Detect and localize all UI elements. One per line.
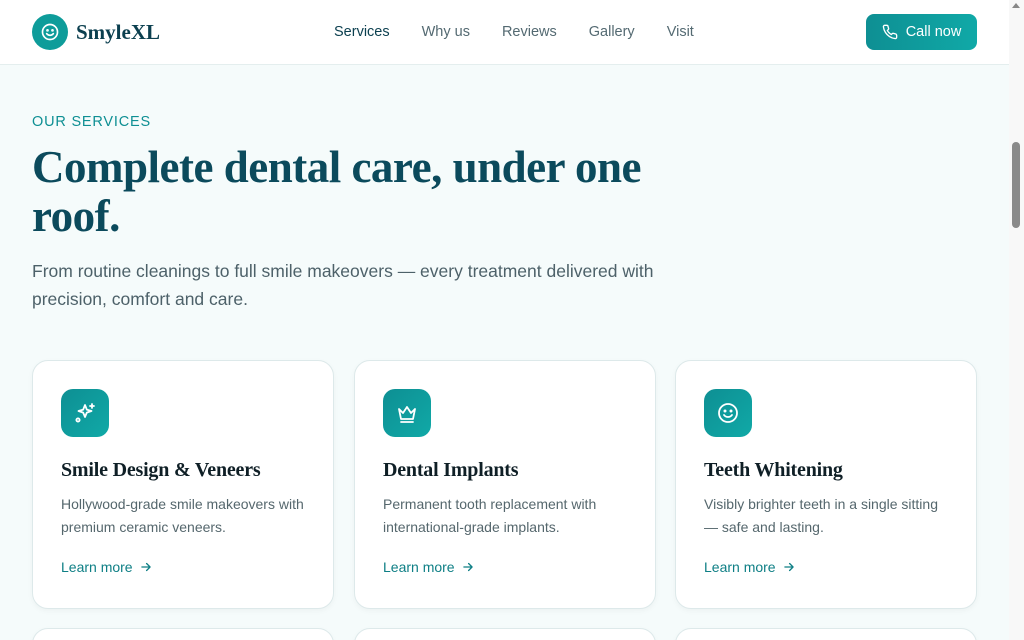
service-title: Dental Implants bbox=[383, 459, 519, 481]
main-nav: Services Why us Reviews Gallery Visit bbox=[334, 23, 726, 41]
nav-reviews[interactable]: Reviews bbox=[502, 23, 557, 41]
nav-gallery[interactable]: Gallery bbox=[589, 23, 635, 41]
sparkles-icon bbox=[61, 389, 109, 437]
service-card-implants[interactable]: Dental Implants Permanent tooth replacem… bbox=[354, 360, 656, 609]
brand-name: SmyleXL bbox=[76, 19, 160, 44]
arrow-right-icon bbox=[462, 562, 473, 572]
call-now-label: Call now bbox=[905, 24, 962, 40]
service-card-next[interactable] bbox=[32, 628, 334, 640]
learn-more-label: Learn more bbox=[704, 559, 776, 575]
scroll-thumb[interactable] bbox=[1012, 142, 1020, 228]
learn-more-label: Learn more bbox=[383, 559, 455, 575]
section-description: From routine cleanings to full smile mak… bbox=[32, 261, 654, 309]
service-description: Permanent tooth replacement with interna… bbox=[383, 496, 597, 535]
nav-visit[interactable]: Visit bbox=[667, 23, 694, 41]
site-header: SmyleXL Services Why us Reviews Gallery … bbox=[0, 0, 1009, 65]
learn-more-link[interactable]: Learn more bbox=[704, 559, 796, 575]
service-description: Hollywood-grade smile makeovers with pre… bbox=[61, 496, 304, 535]
service-card-smile-design[interactable]: Smile Design & Veneers Hollywood-grade s… bbox=[32, 360, 334, 609]
smile-icon bbox=[32, 14, 68, 50]
section-eyebrow: OUR SERVICES bbox=[32, 114, 151, 130]
section-headline: Complete dental care, under one roof. bbox=[32, 142, 642, 241]
arrow-right-icon bbox=[140, 562, 151, 572]
service-card-next[interactable] bbox=[675, 628, 977, 640]
service-card-next[interactable] bbox=[354, 628, 656, 640]
crown-icon bbox=[383, 389, 431, 437]
learn-more-link[interactable]: Learn more bbox=[383, 559, 475, 575]
service-title: Smile Design & Veneers bbox=[61, 459, 261, 481]
service-title: Teeth Whitening bbox=[704, 459, 843, 481]
arrow-right-icon bbox=[783, 562, 794, 572]
service-card-whitening[interactable]: Teeth Whitening Visibly brighter teeth i… bbox=[675, 360, 977, 609]
nav-services[interactable]: Services bbox=[334, 23, 390, 41]
nav-why-us[interactable]: Why us bbox=[422, 23, 470, 41]
call-now-button[interactable]: Call now bbox=[866, 14, 977, 50]
brand-logo[interactable]: SmyleXL bbox=[32, 14, 160, 50]
smile-icon bbox=[704, 389, 752, 437]
learn-more-link[interactable]: Learn more bbox=[61, 559, 153, 575]
service-description: Visibly brighter teeth in a single sitti… bbox=[704, 496, 938, 535]
page-scrollbar[interactable] bbox=[1009, 0, 1024, 640]
learn-more-label: Learn more bbox=[61, 559, 133, 575]
phone-icon bbox=[882, 24, 898, 40]
scroll-up-arrow-icon[interactable] bbox=[1012, 3, 1020, 8]
